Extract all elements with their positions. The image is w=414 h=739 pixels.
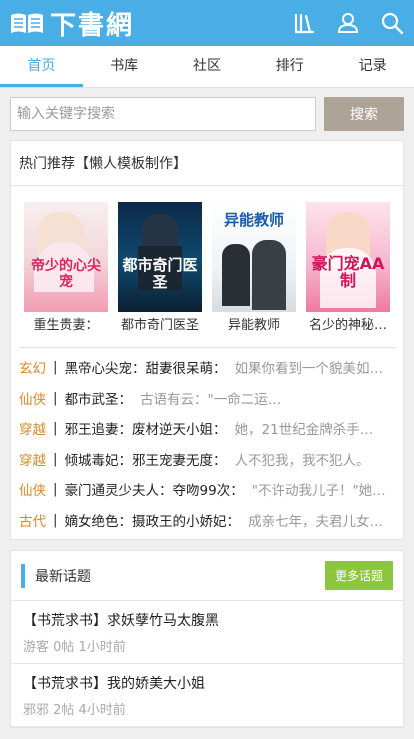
tab-community[interactable]: 社区: [166, 46, 249, 87]
book-title: 都市奇门医圣: [120, 318, 199, 333]
book-title-link[interactable]: 嫡女绝色：摄政王的小娇妃：: [65, 510, 241, 530]
tab-ranking[interactable]: 排行: [248, 46, 331, 87]
book-desc: 她，21世纪金牌杀手…: [234, 422, 374, 439]
list-item[interactable]: 古代 | 嫡女绝色：摄政王的小娇妃： 成亲七年，夫君儿女…: [19, 505, 395, 536]
topic-item[interactable]: 【书荒求书】求妖孽竹马太腹黑 游客 0帖 1小时前: [11, 601, 403, 664]
book-title-link[interactable]: 邪王追妻：废材逆天小姐：: [65, 418, 227, 438]
category-link[interactable]: 穿越: [19, 449, 46, 469]
book-desc: 成亲七年，夫君儿女…: [248, 513, 384, 530]
topic-meta: 游客 0帖 1小时前: [23, 640, 126, 655]
list-item[interactable]: 仙侠 | 豪门通灵少夫人：夺吻99次： "不许动我儿子！"她…: [19, 474, 395, 505]
cover-text: 都市奇门医圣: [122, 256, 198, 291]
tab-history[interactable]: 记录: [331, 46, 414, 87]
book-desc: "不许动我儿子！"她…: [251, 483, 386, 500]
search-input[interactable]: [10, 97, 316, 131]
category-link[interactable]: 穿越: [19, 418, 46, 438]
separator: |: [53, 420, 58, 437]
cover-text: 异能教师: [223, 211, 284, 229]
book-desc: 人不犯我，我不犯人。: [234, 452, 370, 469]
cover-text: 豪门宠AA制: [311, 253, 385, 291]
topic-item[interactable]: 【书荒求书】我的娇美大小姐 邪邪 2帖 4小时前: [11, 664, 403, 727]
book-title: 异能教师: [227, 318, 280, 333]
topics-header: 最新话题 更多话题: [11, 551, 403, 601]
book-grid: 帝少的心尖宠 重生贵妻： 都市奇门医圣 都市奇门医圣 异能教师 异能教师 豪门宠…: [11, 186, 403, 339]
book-title: 名少的神秘…: [308, 318, 387, 333]
book-item[interactable]: 豪门宠AA制 名少的神秘…: [305, 202, 391, 333]
accent-bar: [21, 563, 25, 588]
book-cover[interactable]: 异能教师: [212, 202, 296, 312]
book-cover[interactable]: 豪门宠AA制: [306, 202, 390, 312]
book-cover[interactable]: 都市奇门医圣: [118, 202, 202, 312]
logo-text: 下書網: [50, 10, 135, 41]
book-item[interactable]: 异能教师 异能教师: [211, 202, 297, 333]
list-item[interactable]: 穿越 | 邪王追妻：废材逆天小姐： 她，21世纪金牌杀手…: [19, 413, 395, 444]
book-item[interactable]: 帝少的心尖宠 重生贵妻：: [23, 202, 109, 333]
book-desc: 古语有云："一命二运…: [140, 391, 282, 408]
topic-title[interactable]: 【书荒求书】我的娇美大小姐: [23, 673, 391, 693]
separator: |: [53, 389, 58, 406]
category-link[interactable]: 古代: [19, 510, 46, 530]
topic-meta: 邪邪 2帖 4小时前: [23, 703, 126, 718]
search-icon[interactable]: [380, 11, 404, 35]
search-bar: 搜索: [0, 88, 414, 140]
category-link[interactable]: 仙侠: [19, 388, 46, 408]
user-icon[interactable]: [336, 11, 360, 35]
separator: |: [53, 511, 58, 528]
list-item[interactable]: 穿越 | 倾城毒妃：邪王宠妻无度： 人不犯我，我不犯人。: [19, 444, 395, 475]
list-item[interactable]: 玄幻 | 黑帝心尖宠：甜妻很呆萌： 如果你看到一个貌美如…: [19, 352, 395, 383]
separator: |: [53, 359, 58, 376]
book-list: 玄幻 | 黑帝心尖宠：甜妻很呆萌： 如果你看到一个貌美如… 仙侠 | 都市武圣： 古…: [11, 348, 403, 539]
category-link[interactable]: 玄幻: [19, 357, 46, 377]
tab-home[interactable]: 首页: [0, 46, 83, 87]
section-title: 最新话题: [35, 568, 91, 585]
hot-recommend-section: 热门推荐【懒人模板制作】 帝少的心尖宠 重生贵妻： 都市奇门医圣 都市奇门医圣 …: [10, 140, 404, 540]
separator: |: [53, 481, 58, 498]
site-logo[interactable]: 下書網: [10, 5, 134, 42]
topics-section: 最新话题 更多话题 【书荒求书】求妖孽竹马太腹黑 游客 0帖 1小时前 【书荒求…: [10, 550, 404, 728]
book-item[interactable]: 都市奇门医圣 都市奇门医圣: [117, 202, 203, 333]
tab-library[interactable]: 书库: [83, 46, 166, 87]
book-logo-icon: [11, 13, 43, 33]
book-title: 重生贵妻：: [33, 318, 99, 333]
main-nav: 首页 书库 社区 排行 记录: [0, 46, 414, 88]
topic-title[interactable]: 【书荒求书】求妖孽竹马太腹黑: [23, 610, 391, 630]
search-button[interactable]: 搜索: [324, 97, 404, 131]
category-link[interactable]: 仙侠: [19, 479, 46, 499]
book-title-link[interactable]: 豪门通灵少夫人：夺吻99次：: [65, 479, 244, 499]
section-title: 热门推荐【懒人模板制作】: [11, 141, 403, 186]
book-desc: 如果你看到一个貌美如…: [234, 361, 384, 378]
cover-text: 帝少的心尖宠: [31, 258, 101, 290]
books-icon[interactable]: [292, 11, 316, 35]
separator: |: [53, 450, 58, 467]
top-bar: 下書網: [0, 0, 414, 46]
book-title-link[interactable]: 都市武圣：: [65, 388, 133, 408]
more-topics-button[interactable]: 更多话题: [324, 561, 393, 590]
book-title-link[interactable]: 黑帝心尖宠：甜妻很呆萌：: [65, 357, 227, 377]
list-item[interactable]: 仙侠 | 都市武圣： 古语有云："一命二运…: [19, 383, 395, 414]
book-title-link[interactable]: 倾城毒妃：邪王宠妻无度：: [65, 449, 227, 469]
book-cover[interactable]: 帝少的心尖宠: [24, 202, 108, 312]
